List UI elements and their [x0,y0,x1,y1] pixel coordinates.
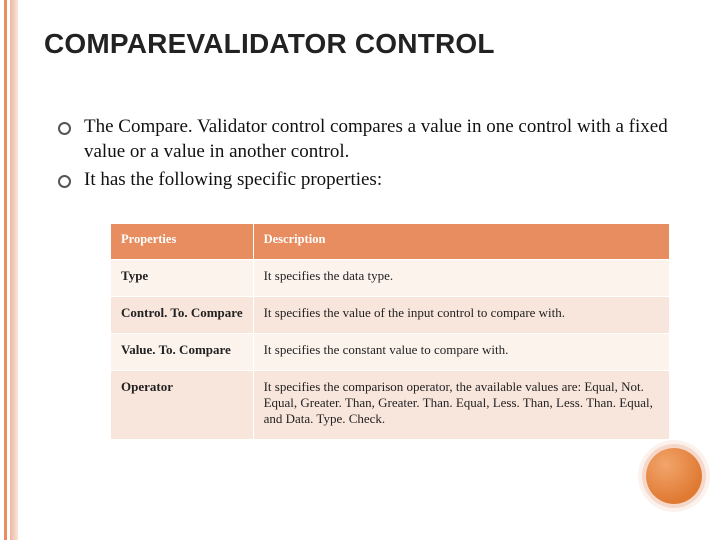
bullet-list: The Compare. Validator control compares … [58,115,670,193]
cell-description: It specifies the data type. [253,260,669,297]
list-item: It has the following specific properties… [58,168,670,193]
table-row: Control. To. Compare It specifies the va… [111,297,670,334]
cell-description: It specifies the constant value to compa… [253,334,669,371]
table-row: Value. To. Compare It specifies the cons… [111,334,670,371]
circle-accent-icon [646,448,702,504]
list-item: The Compare. Validator control compares … [58,115,670,164]
cell-description: It specifies the comparison operator, th… [253,371,669,440]
col-header-properties: Properties [111,224,254,260]
cell-property: Type [111,260,254,297]
cell-description: It specifies the value of the input cont… [253,297,669,334]
cell-property: Value. To. Compare [111,334,254,371]
col-header-description: Description [253,224,669,260]
left-rail-accent-2 [10,0,18,540]
table-row: Operator It specifies the comparison ope… [111,371,670,440]
properties-table: Properties Description Type It specifies… [110,223,670,440]
table-row: Type It specifies the data type. [111,260,670,297]
page-title: COMPAREVALIDATOR CONTROL [44,28,680,60]
left-rail-accent [4,0,7,540]
slide: COMPAREVALIDATOR CONTROL The Compare. Va… [0,0,720,540]
cell-property: Operator [111,371,254,440]
table-header-row: Properties Description [111,224,670,260]
cell-property: Control. To. Compare [111,297,254,334]
